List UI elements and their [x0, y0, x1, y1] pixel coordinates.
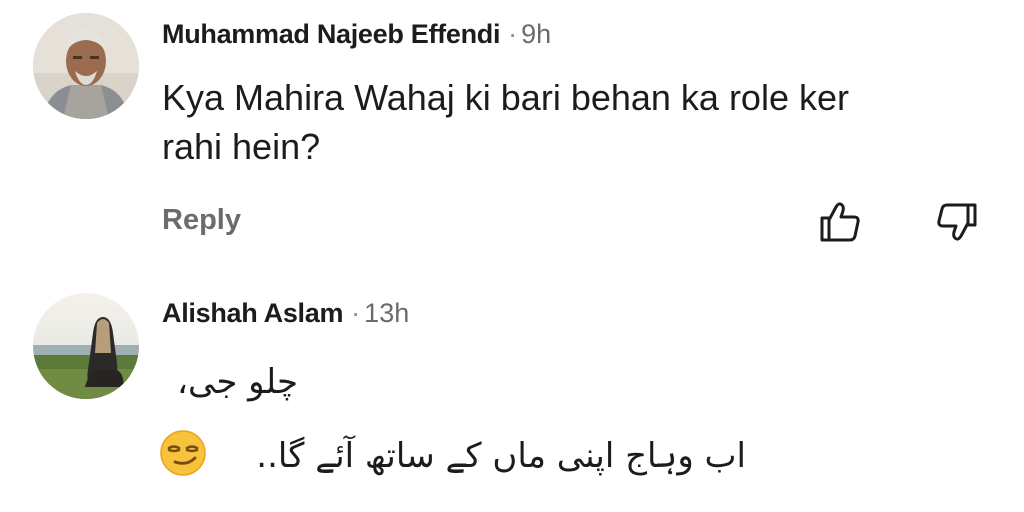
thumbs-down-icon [937, 203, 977, 241]
comment-header: Muhammad Najeeb Effendi · 9h [162, 19, 551, 50]
comment-text-line: rahi hein? [162, 126, 321, 167]
avatar[interactable] [33, 293, 139, 399]
smirking-face-emoji [160, 430, 206, 476]
comment-text-line: چلو جی، [177, 362, 298, 402]
separator-dot: · [351, 298, 361, 328]
dislike-button[interactable] [934, 199, 980, 245]
reply-button[interactable]: Reply [162, 204, 241, 237]
author-name[interactable]: Alishah Aslam [162, 298, 343, 328]
thumbs-up-icon [820, 202, 860, 242]
comment-text-line: اب وہاج اپنی ماں کے ساتھ آئے گا.. [256, 436, 746, 476]
timestamp: 13h [364, 298, 410, 328]
comment-header: Alishah Aslam · 13h [162, 298, 409, 329]
comment-text: Kya Mahira Wahaj ki bari behan ka role k… [162, 73, 982, 171]
avatar[interactable] [33, 13, 139, 119]
comments-page: Muhammad Najeeb Effendi · 9h Kya Mahira Wa… [0, 0, 1024, 512]
separator-dot: · [508, 19, 518, 49]
comment-text-line: Kya Mahira Wahaj ki bari behan ka role k… [162, 77, 849, 118]
comment-item: Muhammad Najeeb Effendi · 9h Kya Mahira Wa… [0, 0, 1024, 290]
comment-item: Alishah Aslam · 13h چلو جی، اب وہاج اپنی م… [0, 290, 1024, 512]
author-name[interactable]: Muhammad Najeeb Effendi [162, 19, 500, 49]
timestamp: 9h [521, 19, 552, 49]
like-button[interactable] [817, 199, 863, 245]
